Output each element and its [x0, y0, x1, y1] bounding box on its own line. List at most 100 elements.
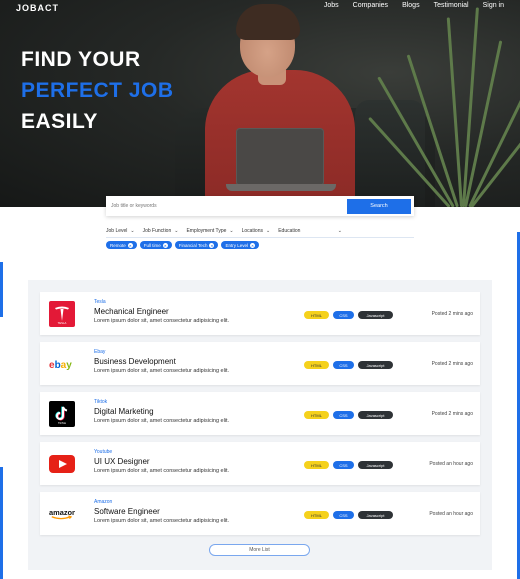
close-icon[interactable]: × — [209, 242, 215, 248]
hero-laptop — [236, 128, 324, 186]
job-title[interactable]: Digital Marketing — [94, 407, 154, 416]
chip-full-time[interactable]: Full time × — [139, 241, 172, 249]
hero-title-line-1: FIND YOUR — [21, 48, 141, 71]
tag-html: HTML — [304, 511, 329, 519]
filter-label: Job Level — [106, 228, 128, 234]
job-list-panel: TESLA Tesla Mechanical Engineer Lorem ip… — [28, 280, 492, 570]
tag-javascript: Javascript — [358, 511, 393, 519]
job-card[interactable]: TESLA Tesla Mechanical Engineer Lorem ip… — [40, 292, 480, 335]
tag-javascript: Javascript — [358, 311, 393, 319]
tag-javascript: Javascript — [358, 411, 393, 419]
more-list-button[interactable]: More List — [209, 544, 310, 556]
skill-tags: HTML CSS Javascript — [304, 511, 393, 519]
tag-html: HTML — [304, 361, 329, 369]
company-name[interactable]: Youtube — [94, 449, 112, 455]
job-description: Lorem ipsum dolor sit, amet consectetur … — [94, 318, 230, 324]
close-icon[interactable]: × — [162, 242, 168, 248]
nav-item-companies[interactable]: Companies — [353, 2, 388, 9]
tag-html: HTML — [304, 411, 329, 419]
filter-label: Employment Type — [186, 228, 227, 234]
hero-title-line-3: EASILY — [21, 110, 98, 133]
tesla-logo: TESLA — [49, 301, 75, 327]
filter-bar: Job Level ⌄ Job Function ⌄ Employment Type… — [106, 228, 414, 238]
filter-label: Locations — [241, 228, 263, 234]
skill-tags: HTML CSS Javascript — [304, 361, 393, 369]
company-name[interactable]: Amazon — [94, 499, 112, 505]
tag-css: CSS — [333, 311, 354, 319]
svg-text:ebay: ebay — [49, 360, 72, 370]
chevron-down-icon: ⌄ — [337, 228, 342, 234]
job-card[interactable]: ebay Ebay Business Development Lorem ips… — [40, 342, 480, 385]
nav-item-blogs[interactable]: Blogs — [402, 2, 420, 9]
amazon-logo: amazon — [49, 501, 75, 527]
brand-logo[interactable]: JOBACT — [16, 3, 59, 13]
job-card[interactable]: Youtube UI UX Designer Lorem ipsum dolor… — [40, 442, 480, 485]
active-filter-chips: Remote × Full time × Financial Tech × Entry… — [106, 241, 259, 249]
job-description: Lorem ipsum dolor sit, amet consectetur … — [94, 468, 230, 474]
filter-job-function[interactable]: Job Function ⌄ — [143, 228, 179, 237]
hero-section: JOBACT Jobs Companies Blogs Testimonial … — [0, 0, 520, 207]
close-icon[interactable]: × — [249, 242, 255, 248]
chip-label: Full time — [143, 242, 161, 248]
company-name[interactable]: Tiktok — [94, 399, 107, 405]
job-description: Lorem ipsum dolor sit, amet consectetur … — [94, 518, 230, 524]
chevron-down-icon: ⌄ — [130, 228, 135, 234]
chip-entry-level[interactable]: Entry Level × — [221, 241, 259, 249]
tag-css: CSS — [333, 461, 354, 469]
posted-time: Posted an hour ago — [429, 461, 473, 467]
job-title[interactable]: Business Development — [94, 357, 176, 366]
tiktok-logo: TikTok — [49, 401, 75, 427]
tag-css: CSS — [333, 411, 354, 419]
company-name[interactable]: Tesla — [94, 299, 106, 305]
chip-label: Entry Level — [225, 242, 248, 248]
svg-text:TESLA: TESLA — [58, 321, 67, 325]
chip-remote[interactable]: Remote × — [106, 241, 137, 249]
filter-label: Job Function — [142, 228, 172, 234]
chip-financial-tech[interactable]: Financial Tech × — [174, 241, 219, 249]
tag-html: HTML — [304, 311, 329, 319]
chip-label: Financial Tech — [178, 242, 208, 248]
nav-item-jobs[interactable]: Jobs — [324, 2, 339, 9]
posted-time: Posted 2 mins ago — [431, 311, 473, 317]
tag-css: CSS — [333, 361, 354, 369]
search-button[interactable]: Search — [347, 198, 411, 214]
skill-tags: HTML CSS Javascript — [304, 461, 393, 469]
chevron-down-icon: ⌄ — [266, 228, 271, 234]
nav-item-testimonial[interactable]: Testimonial — [434, 2, 469, 9]
filter-label: Education — [278, 228, 301, 234]
job-description: Lorem ipsum dolor sit, amet consectetur … — [94, 418, 230, 424]
svg-text:TikTok: TikTok — [58, 421, 67, 425]
chevron-down-icon: ⌄ — [174, 228, 179, 234]
tag-javascript: Javascript — [358, 361, 393, 369]
hero-title-line-2: PERFECT JOB — [21, 79, 174, 102]
svg-text:amazon: amazon — [49, 508, 75, 517]
tag-css: CSS — [333, 511, 354, 519]
skill-tags: HTML CSS Javascript — [304, 411, 393, 419]
filter-locations[interactable]: Locations ⌄ — [242, 228, 271, 237]
job-card[interactable]: amazon Amazon Software Engineer Lorem ip… — [40, 492, 480, 535]
posted-time: Posted 2 mins ago — [431, 361, 473, 367]
chevron-down-icon: ⌄ — [229, 228, 234, 234]
job-title[interactable]: Software Engineer — [94, 507, 160, 516]
job-card[interactable]: TikTok Tiktok Digital Marketing Lorem ip… — [40, 392, 480, 435]
hero-title: FIND YOUR PERFECT JOB EASILY — [21, 44, 174, 137]
search-bar: Search — [106, 196, 414, 216]
close-icon[interactable]: × — [127, 242, 133, 248]
nav-item-sign-in[interactable]: Sign in — [483, 2, 504, 9]
posted-time: Posted 2 mins ago — [431, 411, 473, 417]
youtube-logo — [49, 451, 75, 477]
skill-tags: HTML CSS Javascript — [304, 311, 393, 319]
job-title[interactable]: Mechanical Engineer — [94, 307, 169, 316]
job-title[interactable]: UI UX Designer — [94, 457, 150, 466]
company-name[interactable]: Ebay — [94, 349, 105, 355]
filter-education[interactable]: Education ⌄ — [278, 228, 414, 237]
ebay-logo: ebay — [49, 351, 75, 377]
tag-javascript: Javascript — [358, 461, 393, 469]
posted-time: Posted an hour ago — [429, 511, 473, 517]
hero-laptop-base — [226, 184, 336, 191]
left-edge-accent — [0, 207, 3, 579]
filter-job-level[interactable]: Job Level ⌄ — [106, 228, 135, 237]
search-input[interactable] — [111, 203, 347, 209]
hero-person-hair — [236, 4, 300, 40]
filter-employment-type[interactable]: Employment Type ⌄ — [186, 228, 233, 237]
